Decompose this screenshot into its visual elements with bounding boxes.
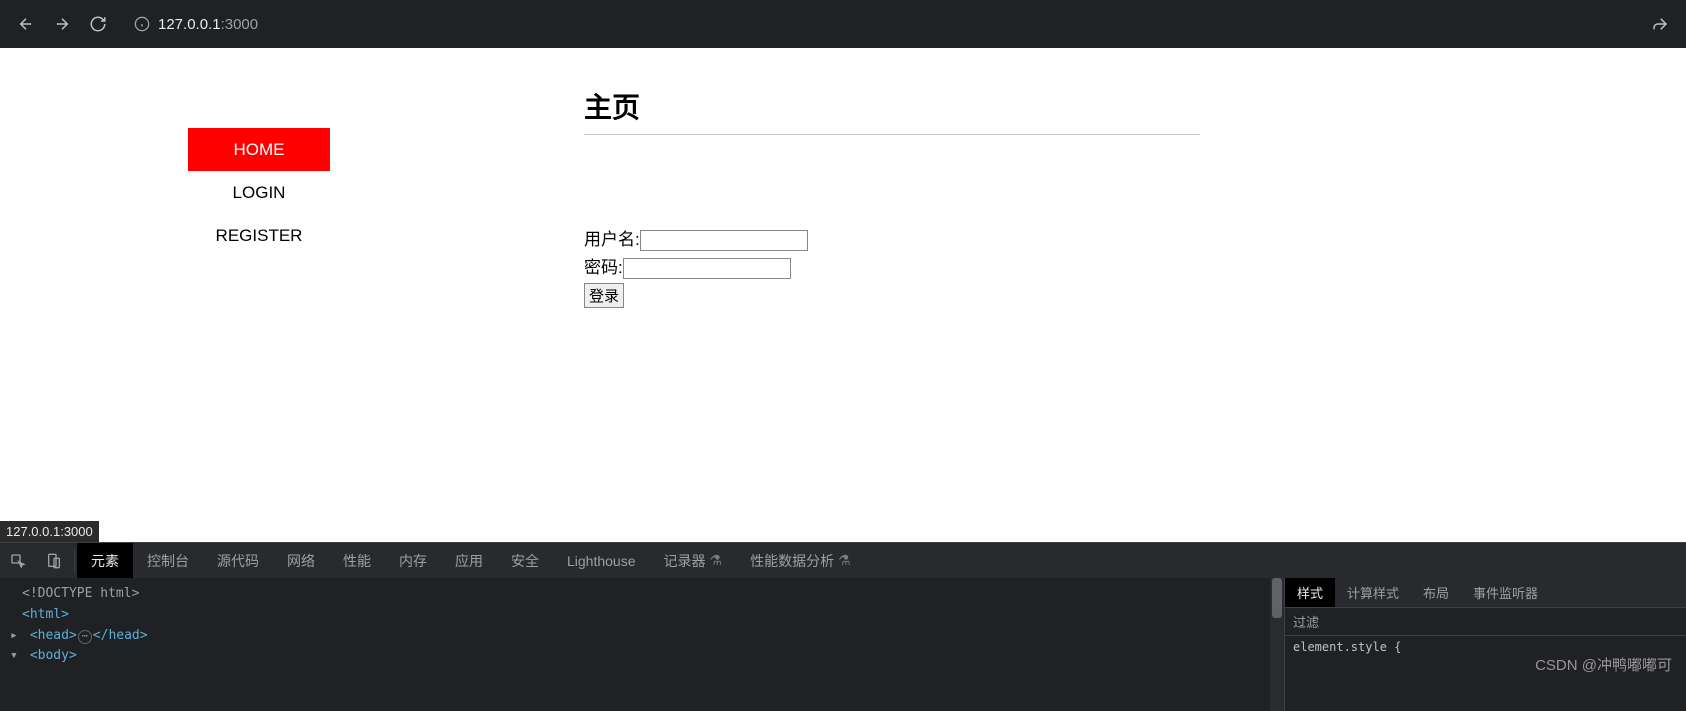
devtools-tab-network[interactable]: 网络 — [273, 543, 329, 578]
status-bar: 127.0.0.1:3000 — [0, 521, 99, 542]
tab-label: 事件监听器 — [1473, 583, 1538, 602]
devtools-tab-security[interactable]: 安全 — [497, 543, 553, 578]
tab-label: Lighthouse — [567, 553, 636, 569]
reload-button[interactable] — [80, 6, 116, 42]
browser-toolbar: 127.0.0.1:3000 — [0, 0, 1686, 48]
tab-label: 应用 — [455, 551, 483, 571]
tab-label: 记录器 — [664, 551, 706, 571]
flask-icon: ⚗ — [838, 552, 851, 569]
styles-tab-listeners[interactable]: 事件监听器 — [1461, 578, 1550, 607]
tab-label: 源代码 — [217, 551, 259, 571]
side-nav: HOME LOGIN REGISTER — [0, 48, 330, 542]
page-content: HOME LOGIN REGISTER 主页 用户名: 密码: 登录 127.0… — [0, 48, 1686, 542]
scrollbar-thumb[interactable] — [1272, 578, 1282, 618]
tab-label: 性能数据分析 — [750, 551, 834, 571]
devtools-tab-elements[interactable]: 元素 — [77, 543, 133, 578]
nav-item-register[interactable]: REGISTER — [188, 214, 330, 257]
username-row: 用户名: — [584, 225, 1686, 251]
device-toggle-icon[interactable] — [36, 543, 72, 578]
forward-button[interactable] — [44, 6, 80, 42]
dom-line-body[interactable]: ▾ <body> — [10, 646, 1274, 667]
styles-tabstrip: 样式 计算样式 布局 事件监听器 — [1285, 578, 1686, 608]
nav-item-label: LOGIN — [233, 183, 286, 203]
devtools-body: <!DOCTYPE html> <html> ▸ <head>⋯</head> … — [0, 578, 1686, 711]
tab-label: 安全 — [511, 551, 539, 571]
password-row: 密码: — [584, 253, 1686, 279]
username-label: 用户名: — [584, 230, 640, 249]
devtools-tab-memory[interactable]: 内存 — [385, 543, 441, 578]
styles-tab-layout[interactable]: 布局 — [1411, 578, 1461, 607]
nav-item-label: REGISTER — [216, 226, 303, 246]
tab-label: 元素 — [91, 551, 119, 571]
tab-label: 控制台 — [147, 551, 189, 571]
inspect-element-icon[interactable] — [0, 543, 36, 578]
tab-label: 性能 — [343, 551, 371, 571]
nav-arrows — [8, 6, 116, 42]
watermark: CSDN @冲鸭嘟嘟可 — [1535, 654, 1672, 675]
main-content: 主页 用户名: 密码: 登录 — [330, 48, 1686, 542]
username-input[interactable] — [640, 230, 808, 251]
password-label: 密码: — [584, 258, 623, 277]
divider — [74, 549, 75, 572]
style-rule: element.style { — [1293, 640, 1401, 654]
dom-line-html[interactable]: <html> — [10, 605, 1274, 626]
tab-label: 网络 — [287, 551, 315, 571]
elements-panel[interactable]: <!DOCTYPE html> <html> ▸ <head>⋯</head> … — [0, 578, 1284, 711]
tab-label: 计算样式 — [1347, 583, 1399, 602]
devtools-tab-recorder[interactable]: 记录器⚗ — [650, 543, 737, 578]
styles-tab-computed[interactable]: 计算样式 — [1335, 578, 1411, 607]
ellipsis-icon[interactable]: ⋯ — [78, 630, 92, 644]
devtools: 元素 控制台 源代码 网络 性能 内存 应用 安全 Lighthouse 记录器… — [0, 542, 1686, 711]
dom-line-doctype[interactable]: <!DOCTYPE html> — [10, 584, 1274, 605]
styles-tab-styles[interactable]: 样式 — [1285, 578, 1335, 607]
back-button[interactable] — [8, 6, 44, 42]
url-port: :3000 — [221, 16, 259, 33]
url-host: 127.0.0.1 — [158, 16, 221, 33]
dom-line-head[interactable]: ▸ <head>⋯</head> — [10, 626, 1274, 647]
tab-label: 样式 — [1297, 583, 1323, 602]
scrollbar[interactable] — [1270, 578, 1284, 711]
devtools-tab-performance[interactable]: 性能 — [329, 543, 385, 578]
devtools-tab-lighthouse[interactable]: Lighthouse — [553, 543, 650, 578]
nav-item-login[interactable]: LOGIN — [188, 171, 330, 214]
tab-label: 内存 — [399, 551, 427, 571]
devtools-tabstrip: 元素 控制台 源代码 网络 性能 内存 应用 安全 Lighthouse 记录器… — [0, 542, 1686, 578]
devtools-tab-perf-insights[interactable]: 性能数据分析⚗ — [736, 543, 865, 578]
filter-placeholder: 过滤 — [1293, 612, 1319, 631]
nav-item-home[interactable]: HOME — [188, 128, 330, 171]
styles-filter[interactable]: 过滤 — [1285, 608, 1686, 636]
url-bar[interactable]: 127.0.0.1:3000 — [124, 8, 1636, 40]
tab-label: 布局 — [1423, 583, 1449, 602]
flask-icon: ⚗ — [710, 552, 723, 569]
page-title: 主页 — [584, 86, 1200, 126]
devtools-tab-application[interactable]: 应用 — [441, 543, 497, 578]
nav-item-label: HOME — [234, 140, 285, 160]
page-title-row: 主页 — [584, 86, 1200, 135]
devtools-tab-sources[interactable]: 源代码 — [203, 543, 273, 578]
site-info-icon[interactable] — [134, 16, 150, 32]
password-input[interactable] — [623, 258, 791, 279]
login-button[interactable]: 登录 — [584, 283, 624, 308]
styles-panel: 样式 计算样式 布局 事件监听器 过滤 element.style { CSDN… — [1284, 578, 1686, 711]
devtools-tab-console[interactable]: 控制台 — [133, 543, 203, 578]
share-button[interactable] — [1642, 6, 1678, 42]
